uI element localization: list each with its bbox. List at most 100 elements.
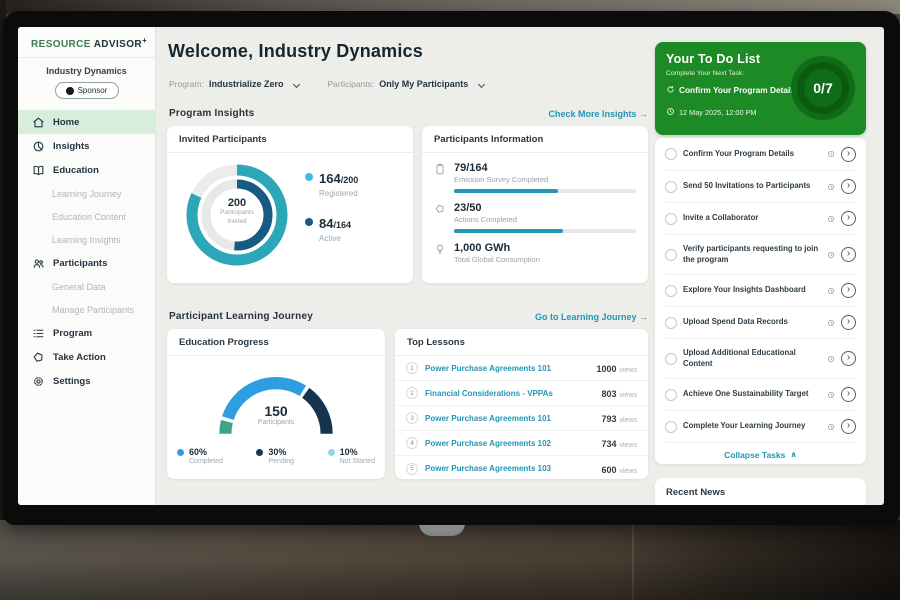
legend-dot <box>305 218 313 226</box>
sidebar-item-program[interactable]: Program <box>18 321 155 345</box>
program-value: Industrialize Zero <box>209 79 284 89</box>
sidebar-item-label: General Data <box>52 282 106 292</box>
participants-label: Participants: <box>327 79 374 89</box>
go-button[interactable] <box>841 419 856 434</box>
collapse-tasks-link[interactable]: Collapse Tasks ∧ <box>665 442 856 466</box>
go-button[interactable] <box>841 283 856 298</box>
go-button[interactable] <box>841 211 856 226</box>
todo-item: Achieve One Sustainability Target <box>665 378 856 410</box>
top-lessons-card: Top Lessons 1 Power Purchase Agreements … <box>395 329 648 479</box>
bulb-icon <box>434 242 446 264</box>
legend-pending: 30%Pending <box>256 447 294 465</box>
photo-of-monitor: RESOURCE ADVISOR+ Industry Dynamics Spon… <box>0 0 900 600</box>
sponsor-badge[interactable]: Sponsor <box>55 82 119 99</box>
lesson-link[interactable]: Power Purchase Agreements 101 <box>425 364 589 373</box>
logo-plus: + <box>142 36 147 45</box>
insights-pie-icon <box>31 139 45 153</box>
action-badge-icon <box>31 350 45 364</box>
sidebar-item-label: Education <box>53 165 99 176</box>
lesson-link[interactable]: Power Purchase Agreements 101 <box>425 414 594 423</box>
participants-information-card: Participants Information 79/164 Emission… <box>422 126 648 283</box>
sidebar: RESOURCE ADVISOR+ Industry Dynamics Spon… <box>18 27 156 505</box>
lesson-link[interactable]: Power Purchase Agreements 103 <box>425 464 594 473</box>
checkbox[interactable] <box>665 317 677 329</box>
todo-item: Explore Your Insights Dashboard <box>665 274 856 306</box>
program-insights-header: Program Insights Check More Insights → <box>169 108 648 119</box>
lesson-row: 3 Power Purchase Agreements 101 793views <box>395 406 648 431</box>
sidebar-item-insights[interactable]: Insights <box>18 134 155 158</box>
lesson-row: 1 Power Purchase Agreements 101 1000view… <box>395 356 648 381</box>
checkbox[interactable] <box>665 353 677 365</box>
checkbox[interactable] <box>665 148 677 160</box>
go-button[interactable] <box>841 315 856 330</box>
participants-dropdown[interactable]: Participants: Only My Participants <box>327 79 484 89</box>
card-title: Recent News <box>655 478 866 505</box>
sidebar-item-education[interactable]: Education <box>18 158 155 182</box>
legend-dot <box>256 449 263 456</box>
clock-icon <box>666 103 675 121</box>
checkbox[interactable] <box>665 389 677 401</box>
todo-due-date: 12 May 2025, 12:00 PM <box>679 108 756 117</box>
legend-active: 84/164 Active <box>305 215 358 243</box>
checkbox[interactable] <box>665 181 677 193</box>
logo-text-secondary: ADVISOR <box>94 39 142 50</box>
learning-journey-header: Participant Learning Journey Go to Learn… <box>169 311 648 322</box>
list-icon <box>31 326 45 340</box>
go-button[interactable] <box>841 179 856 194</box>
logo-text-primary: RESOURCE <box>31 39 91 50</box>
lesson-row: 4 Power Purchase Agreements 102 734views <box>395 431 648 456</box>
donut-center-label: 200 ParticipantsInvited <box>181 197 293 227</box>
sidebar-item-label: Settings <box>53 376 90 387</box>
recent-news-card: Recent News <box>655 478 866 505</box>
sidebar-item-manage-participants[interactable]: Manage Participants <box>18 298 155 321</box>
go-button[interactable] <box>841 351 856 366</box>
card-title: Education Progress <box>167 329 385 356</box>
arrow-right-icon: → <box>639 312 648 322</box>
chevron-down-icon <box>293 80 300 87</box>
check-more-insights-link[interactable]: Check More Insights → <box>548 109 648 119</box>
stat-actions-completed: 23/50 Actions Completed <box>422 193 648 233</box>
todo-item: Invite a Collaborator <box>665 202 856 234</box>
clock-icon <box>827 386 835 404</box>
clock-icon <box>827 350 835 368</box>
sidebar-item-learning-journey[interactable]: Learning Journey <box>18 182 155 205</box>
card-title: Participants Information <box>422 126 648 153</box>
checkbox[interactable] <box>665 285 677 297</box>
sidebar-item-education-content[interactable]: Education Content <box>18 205 155 228</box>
sidebar-item-learning-insights[interactable]: Learning Insights <box>18 228 155 251</box>
progress-bar-fill <box>454 229 563 233</box>
checkbox[interactable] <box>665 421 677 433</box>
donut-legend: 164/200 Registered 84/164 Active <box>305 170 358 243</box>
sidebar-item-home[interactable]: Home <box>18 110 155 134</box>
go-to-learning-journey-link[interactable]: Go to Learning Journey → <box>535 312 648 322</box>
sidebar-item-take-action[interactable]: Take Action <box>18 345 155 369</box>
rank-badge: 3 <box>406 412 418 424</box>
lesson-link[interactable]: Power Purchase Agreements 102 <box>425 439 594 448</box>
refresh-icon <box>666 81 675 99</box>
sidebar-item-settings[interactable]: Settings <box>18 369 155 393</box>
program-dropdown[interactable]: Program: Industrialize Zero <box>169 79 299 89</box>
card-title: Invited Participants <box>167 126 413 153</box>
sidebar-item-label: Take Action <box>53 352 106 363</box>
sidebar-item-general-data[interactable]: General Data <box>18 275 155 298</box>
rank-badge: 1 <box>406 362 418 374</box>
legend-dot <box>328 449 335 456</box>
sidebar-item-participants[interactable]: Participants <box>18 251 155 275</box>
go-button[interactable] <box>841 147 856 162</box>
page-title: Welcome, Industry Dynamics <box>168 41 423 62</box>
section-title: Program Insights <box>169 108 254 119</box>
checkbox[interactable] <box>665 249 677 261</box>
app-logo: RESOURCE ADVISOR+ <box>18 27 155 58</box>
arrow-right-icon: → <box>639 109 648 119</box>
go-button[interactable] <box>841 247 856 262</box>
go-button[interactable] <box>841 387 856 402</box>
invited-participants-card: Invited Participants 200 ParticipantsInv… <box>167 126 413 283</box>
legend-dot <box>305 173 313 181</box>
lesson-link[interactable]: Financial Considerations - VPPAs <box>425 389 594 398</box>
clock-icon <box>827 246 835 264</box>
checkbox[interactable] <box>665 213 677 225</box>
progress-bar-fill <box>454 189 558 193</box>
gauge-center-label: 150 Participants <box>201 403 351 426</box>
todo-progress-ring: 0/7 <box>791 56 855 120</box>
todo-item: Upload Additional Educational Content <box>665 338 856 378</box>
